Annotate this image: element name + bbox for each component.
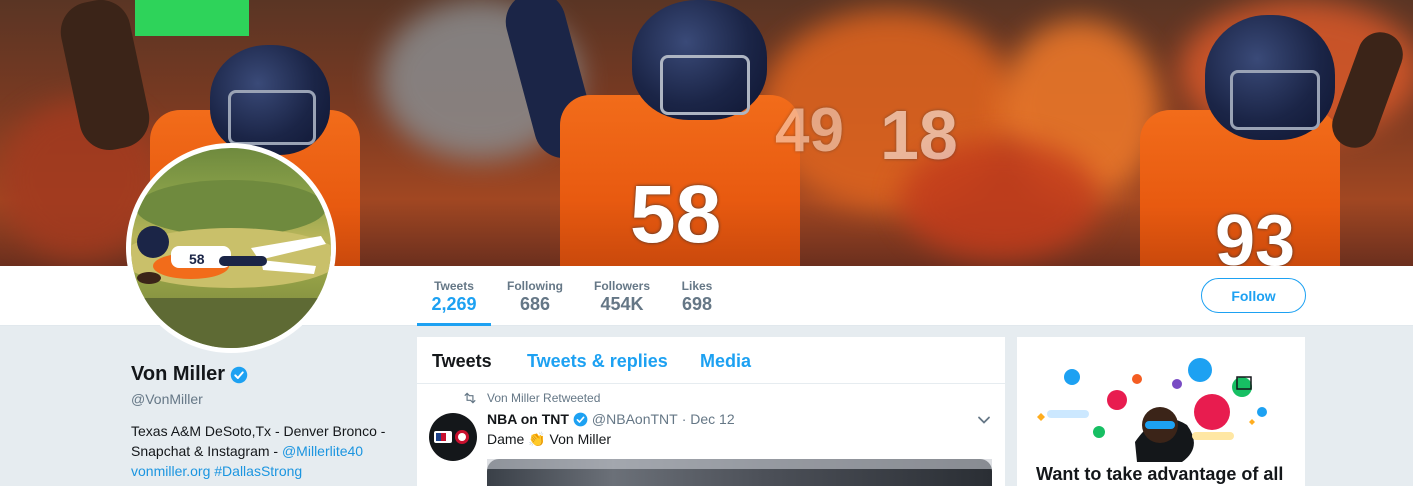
nba-tnt-logo-icon [434, 430, 469, 444]
profile-name[interactable]: Von Miller [131, 363, 225, 386]
tweet-author-avatar[interactable] [429, 413, 477, 461]
crowd-sign [135, 0, 249, 36]
stat-value: 686 [519, 294, 551, 314]
avatar[interactable]: 58 [126, 143, 336, 353]
stat-label: Following [507, 279, 563, 293]
jersey-number: 58 [630, 169, 722, 260]
stat-label: Likes [681, 279, 713, 293]
stat-value: 2,269 [431, 294, 477, 314]
retweet-context: Von Miller Retweeted [463, 391, 600, 405]
retweet-label[interactable]: Von Miller Retweeted [487, 391, 600, 405]
stat-label: Followers [593, 279, 650, 293]
promo-card: Want to take advantage of all [1017, 337, 1305, 486]
bio-line: Snapchat & Instagram - @Millerlite40 [131, 441, 406, 461]
stat-value: 454K [600, 294, 644, 314]
stat-label: Tweets [434, 279, 474, 293]
profile-bio: Texas A&M DeSoto,Tx - Denver Bronco - Sn… [131, 421, 406, 481]
tab-tweets-replies[interactable]: Tweets & replies [527, 351, 668, 372]
follow-button[interactable]: Follow [1201, 278, 1306, 313]
jersey-number: 18 [880, 96, 958, 174]
retweet-icon [464, 392, 476, 404]
media-overlay [487, 459, 992, 469]
tweet-media[interactable] [487, 459, 992, 486]
bio-text: Snapchat & Instagram - [131, 443, 282, 459]
website-link[interactable]: vonmiller.org [131, 463, 210, 479]
tweet-text: Dame 👏 Von Miller [487, 431, 611, 448]
promo-illustration [1037, 358, 1267, 462]
stat-followers[interactable]: Followers 454K [588, 266, 656, 326]
jersey-number: 93 [1215, 201, 1296, 266]
stat-following[interactable]: Following 686 [500, 266, 570, 326]
jersey-number: 49 [775, 96, 844, 165]
tweet-date[interactable]: · Dec 12 [682, 411, 735, 427]
tweet-author-name[interactable]: NBA on TNT [487, 411, 569, 427]
verified-badge-icon [230, 366, 248, 383]
stat-likes[interactable]: Likes 698 [675, 266, 719, 326]
bio-line: vonmiller.org #DallasStrong [131, 461, 406, 481]
tweet-text-part: Dame [487, 431, 529, 447]
timeline: Tweets Tweets & replies Media Von Miller… [417, 337, 1005, 486]
profile-handle[interactable]: @VonMiller [131, 391, 203, 407]
verified-badge-icon [573, 412, 588, 426]
hashtag-link[interactable]: #DallasStrong [214, 463, 302, 479]
promo-title: Want to take advantage of all [1036, 464, 1284, 484]
tweet-header: NBA on TNT @NBAonTNT · Dec 12 [487, 411, 735, 427]
tab-media[interactable]: Media [700, 351, 751, 372]
tweet-text-part: Von Miller [545, 431, 612, 447]
tweet-author-handle[interactable]: @NBAonTNT [592, 411, 678, 427]
tab-tweets[interactable]: Tweets [432, 351, 492, 372]
svg-text:58: 58 [189, 251, 205, 267]
profile-name-row: Von Miller [131, 363, 248, 386]
chevron-down-icon[interactable] [977, 413, 991, 427]
stat-value: 698 [681, 294, 713, 314]
clap-emoji: 👏 [528, 431, 546, 447]
bio-line: Texas A&M DeSoto,Tx - Denver Bronco - [131, 423, 386, 439]
mention-link[interactable]: @Millerlite40 [282, 443, 363, 459]
timeline-tabs: Tweets Tweets & replies Media [417, 337, 1005, 384]
stat-tweets[interactable]: Tweets 2,269 [417, 266, 491, 326]
avatar-photo: 58 [131, 180, 331, 348]
